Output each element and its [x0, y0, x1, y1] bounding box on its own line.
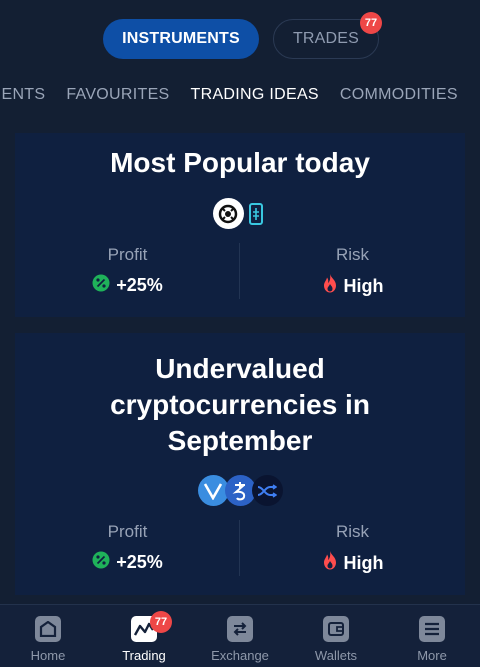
- trades-tab-label: TRADES: [292, 30, 360, 47]
- flame-icon: [322, 274, 338, 298]
- risk-value-text: High: [343, 552, 384, 573]
- trading-count-badge: 77: [150, 611, 172, 633]
- coin-icons: [15, 475, 465, 506]
- bottom-navigation: Home Trading 77 Exchange Wallets More: [0, 604, 480, 667]
- nav-trading-label: Trading: [122, 648, 166, 663]
- profit-value-text: +25%: [116, 552, 163, 572]
- tab-commodities[interactable]: COMMODITIES: [340, 86, 458, 112]
- vechain-icon: [197, 475, 229, 506]
- card-title-line: September: [167, 425, 313, 456]
- risk-label: Risk: [335, 245, 370, 264]
- risk-value: High: [240, 274, 465, 298]
- profit-percent-icon: [92, 551, 110, 574]
- nav-more[interactable]: More: [384, 605, 480, 667]
- card-title: Most Popular today: [110, 147, 370, 178]
- risk-value-text: High: [343, 275, 384, 296]
- tab-instruments[interactable]: UMENTS: [0, 86, 45, 112]
- trades-count-badge: 77: [360, 12, 382, 34]
- card-title-line: cryptocurrencies in: [110, 389, 370, 420]
- nav-home[interactable]: Home: [0, 605, 96, 667]
- instruments-tab-button[interactable]: INSTRUMENTS: [103, 19, 259, 59]
- profit-percent-icon: [92, 274, 110, 297]
- shuffle-coin-icon: [251, 475, 283, 506]
- nav-trading[interactable]: Trading: [96, 605, 192, 667]
- profit-label: Profit: [107, 245, 148, 264]
- wallet-icon: [323, 616, 349, 642]
- category-tabs: UMENTS FAVOURITES TRADING IDEAS COMMODIT…: [0, 86, 458, 112]
- nav-wallets[interactable]: Wallets: [288, 605, 384, 667]
- trading-idea-card[interactable]: Most Popular today Profit Risk +25% High: [15, 133, 465, 317]
- nav-exchange-label: Exchange: [211, 648, 269, 663]
- profit-label: Profit: [107, 522, 148, 541]
- exchange-icon: [227, 616, 253, 642]
- risk-label: Risk: [335, 522, 370, 541]
- trading-idea-card[interactable]: Undervalued cryptocurrencies in Septembe…: [15, 333, 465, 595]
- home-icon: [35, 616, 61, 642]
- card-title: Undervalued cryptocurrencies in Septembe…: [15, 351, 465, 459]
- coin-ring-icon: [212, 198, 244, 229]
- coin-icons: [15, 198, 465, 229]
- instruments-tab-label: INSTRUMENTS: [122, 30, 240, 47]
- profit-value: +25%: [15, 551, 240, 574]
- coin-tag-icon: [244, 198, 268, 229]
- profit-value: +25%: [15, 274, 240, 297]
- menu-icon: [419, 616, 445, 642]
- card-title-line: Undervalued: [155, 353, 325, 384]
- nav-more-label: More: [417, 648, 447, 663]
- flame-icon: [322, 551, 338, 575]
- nav-exchange[interactable]: Exchange: [192, 605, 288, 667]
- risk-value: High: [240, 551, 465, 575]
- tezos-icon: [224, 475, 256, 506]
- nav-home-label: Home: [30, 648, 66, 663]
- tab-trading-ideas[interactable]: TRADING IDEAS: [191, 86, 319, 112]
- profit-value-text: +25%: [116, 275, 163, 295]
- tab-favourites[interactable]: FAVOURITES: [66, 86, 169, 112]
- nav-wallets-label: Wallets: [314, 648, 358, 663]
